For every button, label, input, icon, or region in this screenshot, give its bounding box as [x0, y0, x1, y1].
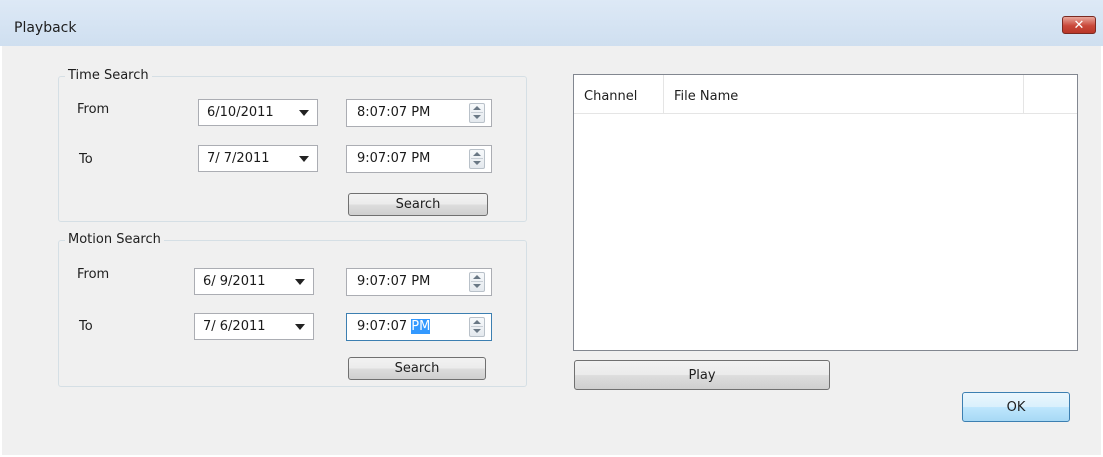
spinner-icon[interactable] [469, 272, 485, 292]
motion-search-to-time[interactable]: 9:07:07 PM [346, 313, 492, 341]
time-search-group-title: Time Search [65, 68, 152, 83]
motion-search-from-time-value: 9:07:07 PM [357, 274, 431, 289]
column-header-channel-label: Channel [584, 89, 638, 104]
motion-search-to-date-value: 7/ 6/2011 [203, 319, 266, 334]
spinner-icon[interactable] [469, 317, 485, 337]
time-search-button[interactable]: Search [348, 193, 488, 216]
motion-search-group-title: Motion Search [65, 232, 164, 247]
column-header-file-name[interactable]: File Name [664, 75, 1024, 113]
chevron-down-icon[interactable] [295, 324, 305, 330]
chevron-down-icon[interactable] [299, 110, 309, 116]
motion-search-to-date[interactable]: 7/ 6/2011 [194, 313, 314, 340]
close-icon: ✕ [1073, 17, 1085, 33]
motion-search-from-time[interactable]: 9:07:07 PM [346, 268, 492, 296]
ok-button[interactable]: OK [962, 392, 1070, 422]
file-list[interactable]: Channel File Name [573, 74, 1078, 351]
chevron-down-icon[interactable] [299, 156, 309, 162]
motion-search-from-date-value: 6/ 9/2011 [203, 274, 266, 289]
time-search-from-time-value: 8:07:07 PM [357, 105, 431, 120]
column-header-file-name-label: File Name [674, 89, 739, 104]
time-search-from-time[interactable]: 8:07:07 PM [346, 99, 492, 127]
playback-dialog: Playback ✕ Time Search From 6/10/2011 8:… [0, 0, 1103, 457]
window-title: Playback [14, 20, 77, 36]
time-search-to-time[interactable]: 9:07:07 PM [346, 145, 492, 173]
close-button[interactable]: ✕ [1062, 16, 1096, 34]
time-search-from-label: From [77, 102, 110, 117]
play-button[interactable]: Play [574, 360, 830, 390]
motion-search-to-time-main: 9:07:07 [357, 319, 412, 334]
motion-search-to-label: To [79, 319, 93, 334]
chevron-down-icon[interactable] [295, 279, 305, 285]
motion-search-from-date[interactable]: 6/ 9/2011 [194, 268, 314, 295]
motion-search-button[interactable]: Search [348, 357, 486, 380]
time-search-from-date[interactable]: 6/10/2011 [198, 99, 318, 126]
motion-search-from-label: From [77, 267, 110, 282]
spinner-icon[interactable] [469, 103, 485, 123]
time-search-to-date[interactable]: 7/ 7/2011 [198, 145, 318, 172]
time-search-to-date-value: 7/ 7/2011 [207, 151, 270, 166]
motion-search-to-time-value: 9:07:07 PM [357, 319, 431, 334]
spinner-icon[interactable] [469, 149, 485, 169]
motion-search-to-time-selected: PM [411, 319, 431, 334]
time-search-to-time-value: 9:07:07 PM [357, 151, 431, 166]
file-list-header: Channel File Name [574, 75, 1077, 114]
time-search-to-label: To [79, 152, 93, 167]
column-header-channel[interactable]: Channel [574, 75, 664, 113]
title-bar[interactable]: Playback ✕ [0, 0, 1103, 46]
time-search-from-date-value: 6/10/2011 [207, 105, 274, 120]
